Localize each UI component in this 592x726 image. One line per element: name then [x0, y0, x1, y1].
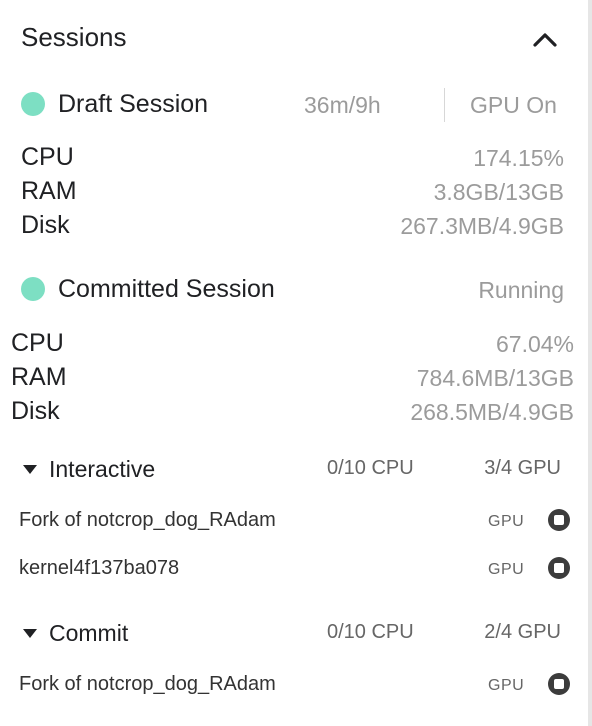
- commit-gpu: 2/4 GPU: [484, 621, 561, 643]
- interactive-label: Interactive: [49, 456, 156, 482]
- kernel-name[interactable]: Fork of notcrop_dog_RAdam: [19, 509, 276, 532]
- kernel-name[interactable]: Fork of notcrop_dog_RAdam: [19, 673, 276, 696]
- draft-cpu-value: 174.15%: [473, 145, 564, 171]
- caret-down-icon: [23, 629, 37, 638]
- committed-disk-label: Disk: [11, 397, 60, 425]
- committed-status: Running: [478, 277, 564, 303]
- kernel-gpu-tag: GPU: [488, 513, 525, 530]
- draft-cpu-label: CPU: [21, 143, 74, 171]
- committed-cpu-label: CPU: [11, 329, 64, 357]
- stop-icon[interactable]: [548, 509, 570, 531]
- commit-label: Commit: [49, 620, 129, 646]
- chevron-up-icon[interactable]: [532, 30, 558, 48]
- draft-disk-label: Disk: [21, 211, 70, 239]
- draft-ram-value: 3.8GB/13GB: [433, 179, 564, 205]
- kernel-gpu-tag: GPU: [488, 677, 525, 694]
- sessions-panel: Sessions Draft Session 36m/9h GPU On CPU…: [0, 0, 588, 726]
- draft-session-name: Draft Session: [58, 90, 209, 118]
- commit-group-toggle[interactable]: Commit: [20, 616, 180, 650]
- committed-cpu-value: 67.04%: [495, 331, 574, 357]
- committed-disk-value: 268.5MB/4.9GB: [410, 399, 574, 425]
- interactive-group-toggle[interactable]: Interactive: [20, 452, 180, 486]
- stop-icon[interactable]: [548, 557, 570, 579]
- panel-title: Sessions: [21, 22, 127, 52]
- draft-gpu-status: GPU On: [470, 92, 557, 118]
- committed-ram-label: RAM: [11, 363, 67, 391]
- draft-ram-label: RAM: [21, 177, 77, 205]
- panel-right-border: [588, 0, 592, 726]
- committed-status-dot: [21, 277, 45, 301]
- kernel-gpu-tag: GPU: [488, 561, 525, 578]
- committed-ram-value: 784.6MB/13GB: [416, 365, 574, 391]
- interactive-cpu: 0/10 CPU: [327, 457, 414, 479]
- draft-disk-value: 267.3MB/4.9GB: [400, 213, 564, 239]
- draft-status-dot: [21, 92, 45, 116]
- stop-icon[interactable]: [548, 673, 570, 695]
- draft-divider: [444, 88, 445, 122]
- interactive-gpu: 3/4 GPU: [484, 457, 561, 479]
- caret-down-icon: [23, 465, 37, 474]
- draft-time: 36m/9h: [304, 92, 381, 118]
- kernel-name[interactable]: kernel4f137ba078: [19, 557, 179, 580]
- commit-cpu: 0/10 CPU: [327, 621, 414, 643]
- committed-session-name: Committed Session: [58, 275, 275, 303]
